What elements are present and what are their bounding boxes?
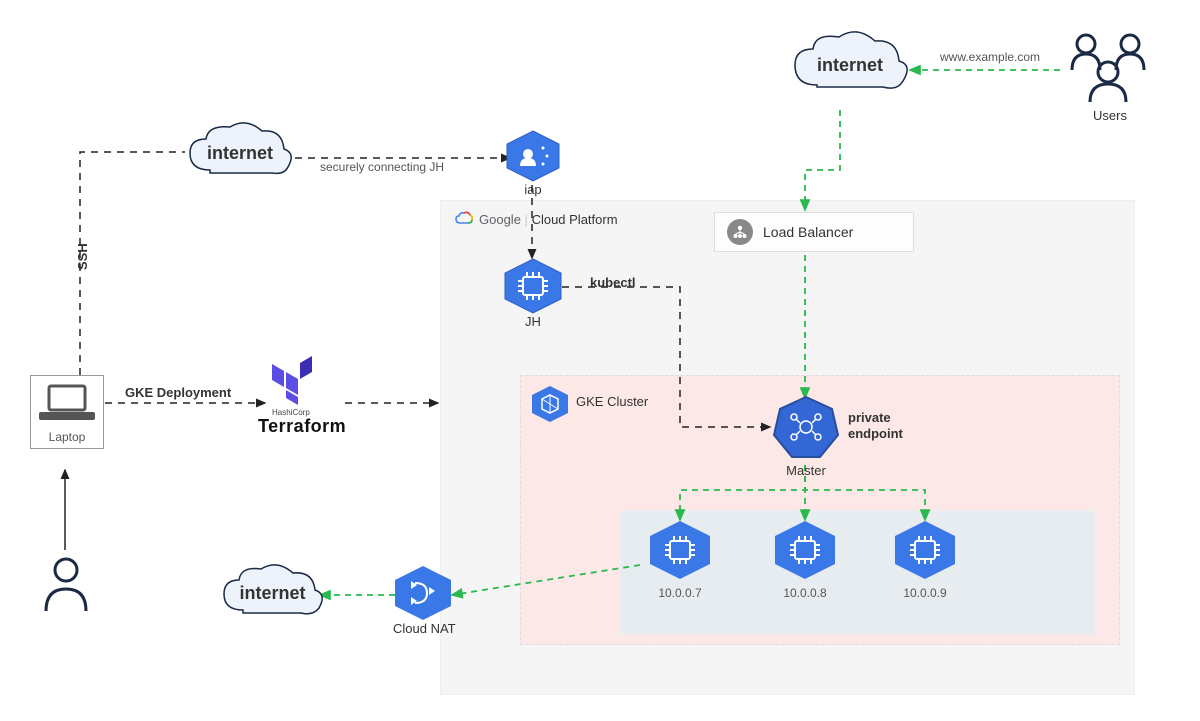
user-icon bbox=[42, 555, 90, 615]
cloud-nat-hex: Cloud NAT bbox=[393, 565, 453, 636]
terraform-label: Terraform bbox=[258, 416, 346, 437]
iap-label: iap bbox=[505, 182, 561, 197]
kubectl-label: kubectl bbox=[590, 275, 636, 290]
gke-deploy-label: GKE Deployment bbox=[125, 385, 231, 400]
node-2-label: 10.0.0.8 bbox=[773, 586, 837, 600]
gcp-word-rest: Cloud Platform bbox=[532, 212, 618, 227]
cloud-nat-label: Cloud NAT bbox=[393, 621, 453, 636]
gke-cluster-label: GKE Cluster bbox=[576, 394, 648, 409]
master-heptagon: Master bbox=[772, 395, 840, 478]
node-3-label: 10.0.0.9 bbox=[893, 586, 957, 600]
securely-label: securely connecting JH bbox=[320, 160, 444, 174]
cloud-internet-2-label: internet bbox=[785, 55, 915, 76]
laptop-label: Laptop bbox=[37, 430, 97, 444]
node-1-label: 10.0.0.7 bbox=[648, 586, 712, 600]
node-3-hex: 10.0.0.9 bbox=[893, 520, 957, 600]
iap-hex: iap bbox=[505, 130, 561, 197]
gke-hex bbox=[530, 385, 574, 423]
cloud-internet-1-label: internet bbox=[180, 143, 300, 164]
node-1-hex: 10.0.0.7 bbox=[648, 520, 712, 600]
laptop-frame: Laptop bbox=[30, 375, 104, 449]
cloud-internet-3-label: internet bbox=[215, 583, 330, 604]
load-balancer-box: Load Balancer bbox=[714, 212, 914, 252]
private-endpoint-label: private endpoint bbox=[848, 410, 918, 441]
gcp-word-google: Google bbox=[479, 212, 521, 227]
laptop-icon bbox=[37, 384, 97, 426]
load-balancer-label: Load Balancer bbox=[763, 224, 853, 240]
load-balancer-icon bbox=[727, 219, 753, 245]
jh-hex: JH bbox=[503, 258, 563, 329]
www-label: www.example.com bbox=[940, 50, 1040, 64]
ssh-label: SSH bbox=[75, 243, 90, 270]
gcp-cloud-icon bbox=[455, 210, 473, 228]
master-label: Master bbox=[772, 463, 840, 478]
users-icon bbox=[1060, 30, 1160, 106]
users-label: Users bbox=[1060, 108, 1160, 123]
terraform-logo bbox=[268, 355, 318, 405]
jh-label: JH bbox=[503, 314, 563, 329]
gcp-logo: Google | Cloud Platform bbox=[455, 210, 618, 228]
node-2-hex: 10.0.0.8 bbox=[773, 520, 837, 600]
